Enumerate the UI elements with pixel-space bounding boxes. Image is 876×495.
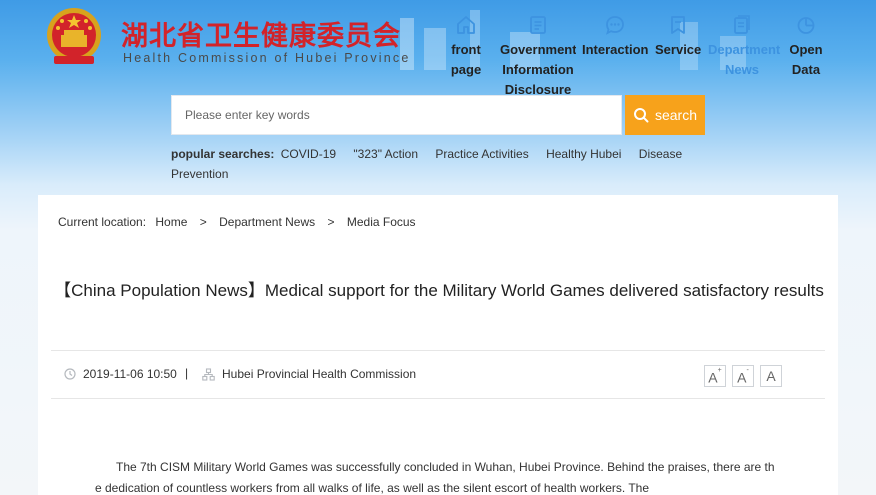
nav-item-interaction[interactable]: Interaction xyxy=(582,14,648,60)
nav-item-service[interactable]: Service xyxy=(655,14,701,60)
search-button[interactable]: search xyxy=(625,95,705,135)
article-source-text: Hubei Provincial Health Commission xyxy=(222,367,417,381)
article-source: Hubei Provincial Health Commission xyxy=(202,367,416,381)
article-card: Current location: Home > Department News… xyxy=(38,195,838,495)
font-size-reset-button[interactable]: A xyxy=(760,365,782,387)
site-header: 湖北省卫生健康委员会 Health Commission of Hubei Pr… xyxy=(0,0,876,94)
nav-label-government-information-disclosure: Government Information Disclosure xyxy=(500,42,576,94)
nav-item-government-information-disclosure[interactable]: Government Information Disclosure xyxy=(500,14,576,94)
nav-label-open-data: Open Data xyxy=(789,42,823,77)
nav-label-front-page: front page xyxy=(450,42,482,77)
home-icon xyxy=(457,16,475,34)
popular-search-covid-19[interactable]: COVID-19 xyxy=(281,147,336,161)
breadcrumb-separator: > xyxy=(327,215,335,229)
breadcrumb-department-news[interactable]: Department News xyxy=(219,215,315,229)
search-icon xyxy=(633,108,649,123)
bookmark-icon xyxy=(671,16,685,34)
site-title-chinese[interactable]: 湖北省卫生健康委员会 xyxy=(121,14,401,53)
nav-label-interaction: Interaction xyxy=(582,42,649,57)
breadcrumb-media-focus[interactable]: Media Focus xyxy=(347,215,416,229)
breadcrumb: Current location: Home > Department News… xyxy=(58,215,416,229)
popular-search-practice-activities[interactable]: Practice Activities xyxy=(435,147,528,161)
article-date-text: 2019-11-06 10:50 xyxy=(83,367,177,381)
site-title-english: Health Commission of Hubei Province xyxy=(123,51,411,65)
nav-label-department-news: Department News xyxy=(708,42,781,77)
breadcrumb-home[interactable]: Home xyxy=(155,215,187,229)
search-button-label: search xyxy=(654,107,698,123)
breadcrumb-separator: > xyxy=(199,215,207,229)
organization-icon xyxy=(202,367,215,381)
popular-search-323-action[interactable]: "323" Action xyxy=(353,147,418,161)
clock-icon xyxy=(64,368,76,380)
font-size-decrease-button[interactable]: A- xyxy=(732,365,754,387)
nav-item-front-page[interactable]: front page xyxy=(446,14,486,80)
national-emblem-icon[interactable] xyxy=(44,6,104,68)
chat-icon xyxy=(606,16,624,35)
pie-chart-icon xyxy=(797,17,815,34)
news-icon xyxy=(734,15,750,34)
breadcrumb-label: Current location: xyxy=(58,215,147,229)
font-size-increase-button[interactable]: A+ xyxy=(704,365,726,387)
popular-searches-label: popular searches: xyxy=(171,147,275,161)
document-icon xyxy=(530,16,546,34)
popular-search-healthy-hubei[interactable]: Healthy Hubei xyxy=(546,147,621,161)
article-date: 2019-11-06 10:50 xyxy=(64,367,177,381)
nav-item-department-news[interactable]: Department News xyxy=(708,14,781,80)
nav-item-open-data[interactable]: Open Data xyxy=(786,14,826,80)
article-body-paragraph: The 7th CISM Military World Games was su… xyxy=(95,460,775,495)
meta-separator: | xyxy=(185,366,189,380)
article-title: 【China Population News】Medical support f… xyxy=(54,281,824,300)
popular-searches: popular searches: COVID-19 "323" Action … xyxy=(171,144,691,184)
search-box xyxy=(171,95,622,135)
nav-label-service: Service xyxy=(655,42,702,57)
article-meta-bar: 2019-11-06 10:50 | Hubei Provincial Heal… xyxy=(51,350,825,399)
search-input[interactable] xyxy=(172,96,621,134)
